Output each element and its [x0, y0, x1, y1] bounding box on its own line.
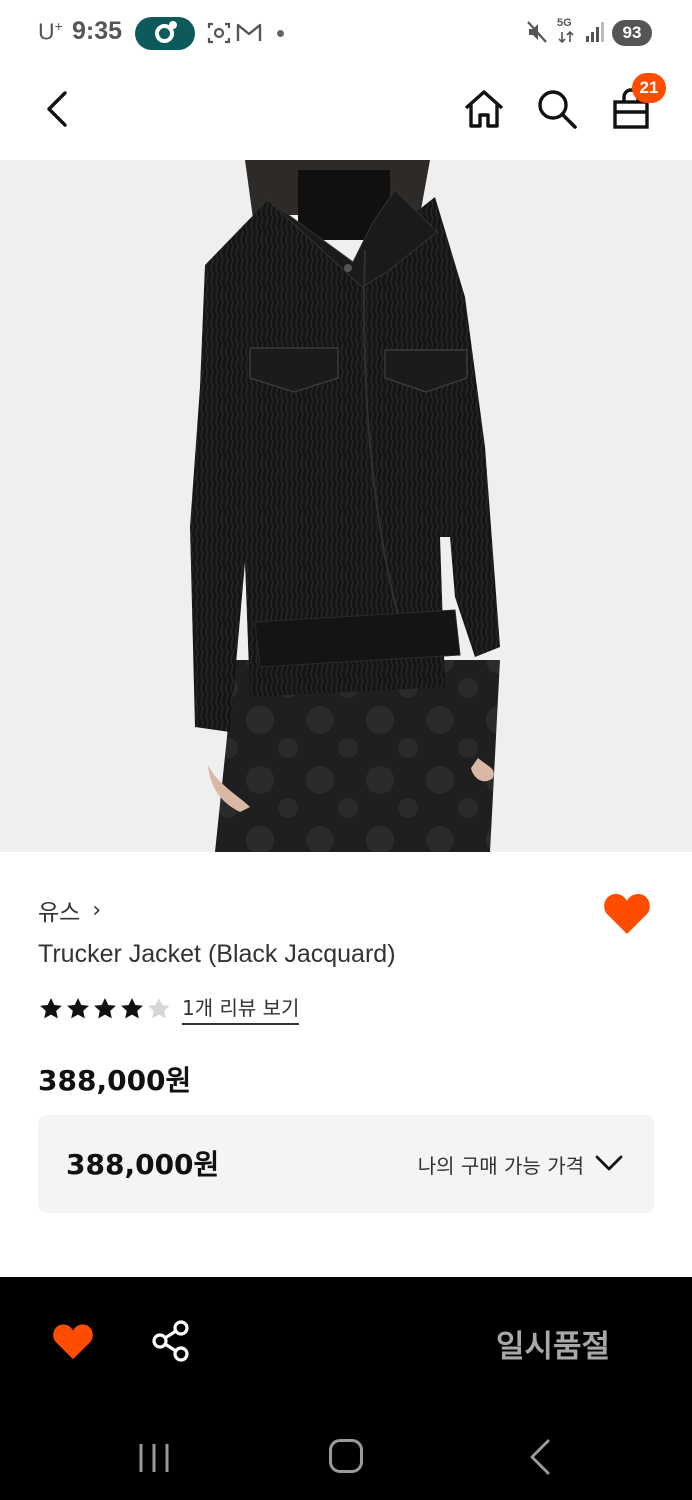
product-price: 388,000원	[38, 1064, 192, 1097]
search-button[interactable]	[532, 84, 582, 134]
data-arrows-icon	[558, 30, 574, 44]
home-button[interactable]	[459, 84, 509, 134]
wishlist-heart-icon[interactable]	[603, 890, 651, 936]
status-bar: U+ 9:35 5G 93	[0, 0, 692, 66]
product-title: Trucker Jacket (Black Jacquard)	[38, 940, 396, 968]
star-empty-icon	[148, 997, 170, 1018]
star-filled-icon	[121, 997, 143, 1018]
jacket-photo	[190, 160, 500, 852]
carrier-label: U+	[38, 18, 63, 45]
rating-row: 1개 리뷰 보기	[38, 992, 300, 1025]
screenshot-icon	[207, 22, 231, 44]
home-icon	[464, 90, 504, 128]
mute-icon	[527, 21, 547, 43]
search-icon	[538, 90, 577, 129]
back-icon	[47, 91, 67, 127]
gmail-icon	[236, 23, 262, 41]
product-image[interactable]	[0, 160, 692, 852]
soldout-button[interactable]: 일시품절	[496, 1321, 610, 1366]
recents-nav-icon[interactable]	[136, 1440, 172, 1476]
star-filled-icon	[67, 997, 89, 1018]
call-pill-icon	[135, 17, 195, 50]
signal-icon	[586, 22, 604, 42]
notification-dot-icon	[277, 30, 284, 37]
my-price-dropdown[interactable]: 388,000원 나의 구매 가능 가격	[38, 1115, 654, 1213]
clock: 9:35	[72, 17, 123, 45]
star-rating	[38, 996, 172, 1022]
home-nav-icon[interactable]	[329, 1439, 363, 1473]
star-filled-icon	[40, 997, 62, 1018]
chevron-down-icon	[595, 1155, 623, 1171]
share-icon[interactable]	[150, 1319, 194, 1363]
network-type: 5G	[557, 17, 572, 29]
battery-indicator: 93	[612, 20, 652, 46]
bottom-action-bar: 일시품절	[0, 1277, 692, 1500]
back-button[interactable]	[32, 84, 82, 134]
brand-name: 유스	[38, 900, 81, 926]
my-price-label: 나의 구매 가능 가격	[417, 1154, 584, 1178]
cart-count-badge: 21	[632, 73, 666, 103]
back-nav-icon[interactable]	[526, 1438, 554, 1476]
chevron-right-icon: ›	[92, 897, 102, 923]
app-header	[0, 66, 692, 160]
brand-link[interactable]: 유스 ›	[38, 893, 101, 927]
star-filled-icon	[94, 997, 116, 1018]
my-price-value: 388,000원	[66, 1148, 220, 1181]
review-link[interactable]: 1개 리뷰 보기	[182, 992, 300, 1025]
heart-icon[interactable]	[52, 1321, 94, 1361]
